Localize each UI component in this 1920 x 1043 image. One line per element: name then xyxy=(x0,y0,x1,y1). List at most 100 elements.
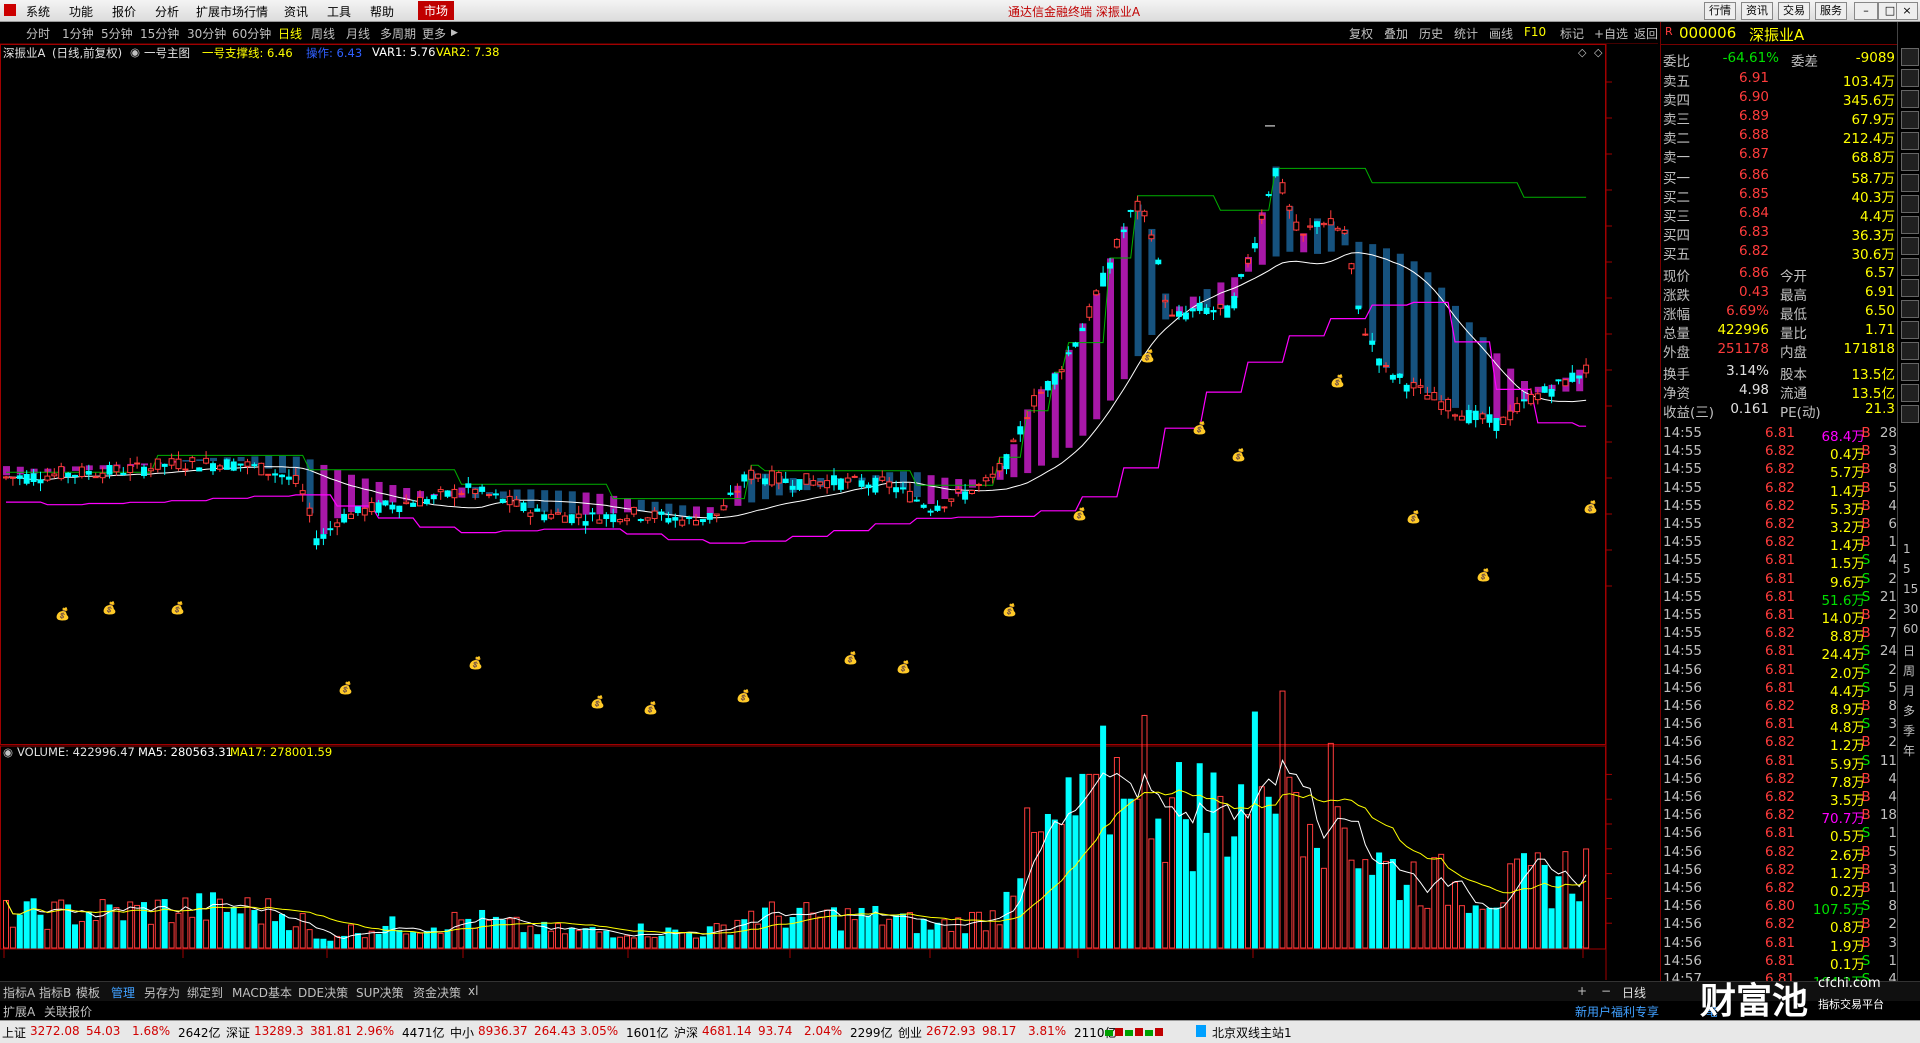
sidebar-period-5[interactable]: 日 xyxy=(1903,642,1915,659)
sidebar-period-2[interactable]: 15 xyxy=(1903,582,1918,596)
volume-bar xyxy=(548,930,555,949)
period-more[interactable]: 更多 xyxy=(422,25,446,42)
period-60min[interactable]: 60分钟 xyxy=(232,25,271,42)
period-5min[interactable]: 5分钟 xyxy=(101,25,133,42)
kline-chart[interactable]: 💰 💰 💰 💰 💰 💰 💰 💰 💰 💰 💰 💰 💰 💰 💰 💰 💰 💰 💰 ◇ ◇ xyxy=(0,44,1660,980)
menu-item-news[interactable]: 资讯 xyxy=(284,3,308,20)
market-tab[interactable]: 市场 xyxy=(418,1,455,20)
toolbar-icon-j[interactable] xyxy=(1901,237,1919,255)
promo-link[interactable]: 新用户福利专享 xyxy=(1575,1003,1659,1020)
toolbar-icon-g[interactable] xyxy=(1901,174,1919,192)
menu-item-help[interactable]: 帮助 xyxy=(370,3,394,20)
toolbar-icon-l[interactable] xyxy=(1901,279,1919,297)
menu-item-tools[interactable]: 工具 xyxy=(327,3,351,20)
toolbar-icon-q[interactable] xyxy=(1901,384,1919,402)
menu-item-extended-market[interactable]: 扩展市场行情 xyxy=(196,3,268,20)
toolbar-icon-h[interactable] xyxy=(1901,195,1919,213)
quote-button[interactable]: 行情 xyxy=(1704,2,1736,20)
toolbar-add-favorite[interactable]: +自选 xyxy=(1594,25,1628,42)
toolbar-icon-m[interactable] xyxy=(1901,300,1919,318)
toolbar-overlay[interactable]: 叠加 xyxy=(1384,25,1408,42)
toolbar-icon-k[interactable] xyxy=(1901,258,1919,276)
tab-dde-decision[interactable]: DDE决策 xyxy=(298,984,348,1001)
tab-fund-decision[interactable]: 资金决策 xyxy=(413,984,461,1001)
sidebar-period-0[interactable]: 1 xyxy=(1903,542,1911,556)
news-button[interactable]: 资讯 xyxy=(1741,2,1773,20)
tab-sup-decision[interactable]: SUP决策 xyxy=(356,984,404,1001)
toolbar-icon-o[interactable] xyxy=(1901,342,1919,360)
menu-item-function[interactable]: 功能 xyxy=(69,3,93,20)
sidebar-period-9[interactable]: 季 xyxy=(1903,722,1915,739)
toolbar-history[interactable]: 历史 xyxy=(1419,25,1443,42)
sidebar-period-4[interactable]: 60 xyxy=(1903,622,1918,636)
period-multi[interactable]: 多周期 xyxy=(380,25,416,42)
candle-body xyxy=(1093,290,1100,296)
toolbar-icon-d[interactable] xyxy=(1901,111,1919,129)
period-1min[interactable]: 1分钟 xyxy=(62,25,94,42)
close-icon[interactable]: × xyxy=(1896,2,1918,20)
sidebar-period-7[interactable]: 月 xyxy=(1903,682,1915,699)
tab-xl[interactable]: xl xyxy=(468,984,478,998)
toolbar-icon-b[interactable] xyxy=(1901,69,1919,87)
tick-price: 6.82 xyxy=(1764,497,1795,514)
volume-bar xyxy=(216,898,223,949)
more-arrow-icon[interactable]: ▶ xyxy=(451,28,458,38)
sidebar-period-1[interactable]: 5 xyxy=(1903,562,1911,576)
tick-row: 14:56 6.82 0.8万 B 2 xyxy=(1663,916,1897,936)
trade-button[interactable]: 交易 xyxy=(1778,2,1810,20)
period-label[interactable]: 日线 xyxy=(1622,984,1646,1001)
minimize-icon[interactable]: – xyxy=(1854,2,1878,20)
period-monthly[interactable]: 月线 xyxy=(346,25,370,42)
tab-indicator-b[interactable]: 指标B xyxy=(39,984,71,1001)
sidebar-period-6[interactable]: 周 xyxy=(1903,662,1915,679)
tick-price: 6.81 xyxy=(1764,752,1795,769)
service-button[interactable]: 服务 xyxy=(1815,2,1847,20)
tab-bind-to[interactable]: 绑定到 xyxy=(187,984,223,1001)
period-30min[interactable]: 30分钟 xyxy=(187,25,226,42)
volume-bar xyxy=(237,913,244,949)
tick-volume: 3.5万 xyxy=(1830,793,1865,809)
toolbar-back[interactable]: 返回 xyxy=(1634,25,1658,42)
tick-row: 14:56 6.82 2.6万 B 5 xyxy=(1663,843,1897,864)
toolbar-icon-i[interactable] xyxy=(1901,216,1919,234)
tab-template[interactable]: 模板 xyxy=(76,984,100,1001)
candle-body xyxy=(265,473,272,476)
tab-related-quotes[interactable]: 关联报价 xyxy=(44,1003,92,1020)
toolbar-icon-r[interactable] xyxy=(1901,405,1919,423)
tab-extended-a[interactable]: 扩展A xyxy=(3,1003,35,1020)
period-daily[interactable]: 日线 xyxy=(278,25,302,42)
toolbar-icon-a[interactable] xyxy=(1901,48,1919,66)
tick-time: 14:56 xyxy=(1663,807,1702,824)
candle-body xyxy=(713,513,720,517)
stat-value: 6.57 xyxy=(1864,265,1895,281)
zoom-in-icon[interactable]: + xyxy=(1577,984,1587,998)
toolbar-mark[interactable]: 标记 xyxy=(1560,25,1584,42)
tab-save-as[interactable]: 另存为 xyxy=(144,984,180,1001)
zoom-out-icon[interactable]: − xyxy=(1601,984,1611,998)
sidebar-period-10[interactable]: 年 xyxy=(1903,742,1915,759)
toolbar-icon-e[interactable] xyxy=(1901,132,1919,150)
tab-manage[interactable]: 管理 xyxy=(111,984,135,1001)
toolbar-f10[interactable]: F10 xyxy=(1524,25,1546,39)
toolbar-icon-f[interactable] xyxy=(1901,153,1919,171)
menu-item-analysis[interactable]: 分析 xyxy=(155,3,179,20)
menu-item-quote[interactable]: 报价 xyxy=(112,3,136,20)
tick-price: 6.82 xyxy=(1764,843,1795,860)
tab-macd-basic[interactable]: MACD基本 xyxy=(232,984,292,1001)
period-15min[interactable]: 15分钟 xyxy=(140,25,179,42)
sidebar-period-8[interactable]: 多 xyxy=(1903,702,1915,719)
toolbar-icon-n[interactable] xyxy=(1901,321,1919,339)
toolbar-stats[interactable]: 统计 xyxy=(1454,25,1478,42)
tab-indicator-a[interactable]: 指标A xyxy=(3,984,35,1001)
tick-price: 6.82 xyxy=(1764,789,1795,805)
period-weekly[interactable]: 周线 xyxy=(311,25,335,42)
period-intraday[interactable]: 分时 xyxy=(26,25,50,42)
sidebar-period-3[interactable]: 30 xyxy=(1903,602,1918,616)
menu-item-system[interactable]: 系统 xyxy=(26,3,50,20)
toolbar-icon-c[interactable] xyxy=(1901,90,1919,108)
server-name[interactable]: 北京双线主站1 xyxy=(1212,1024,1292,1041)
money-bag-icon: 💰 xyxy=(1406,510,1421,524)
toolbar-adjust[interactable]: 复权 xyxy=(1349,25,1373,42)
toolbar-icon-p[interactable] xyxy=(1901,363,1919,381)
toolbar-draw[interactable]: 画线 xyxy=(1489,25,1513,42)
